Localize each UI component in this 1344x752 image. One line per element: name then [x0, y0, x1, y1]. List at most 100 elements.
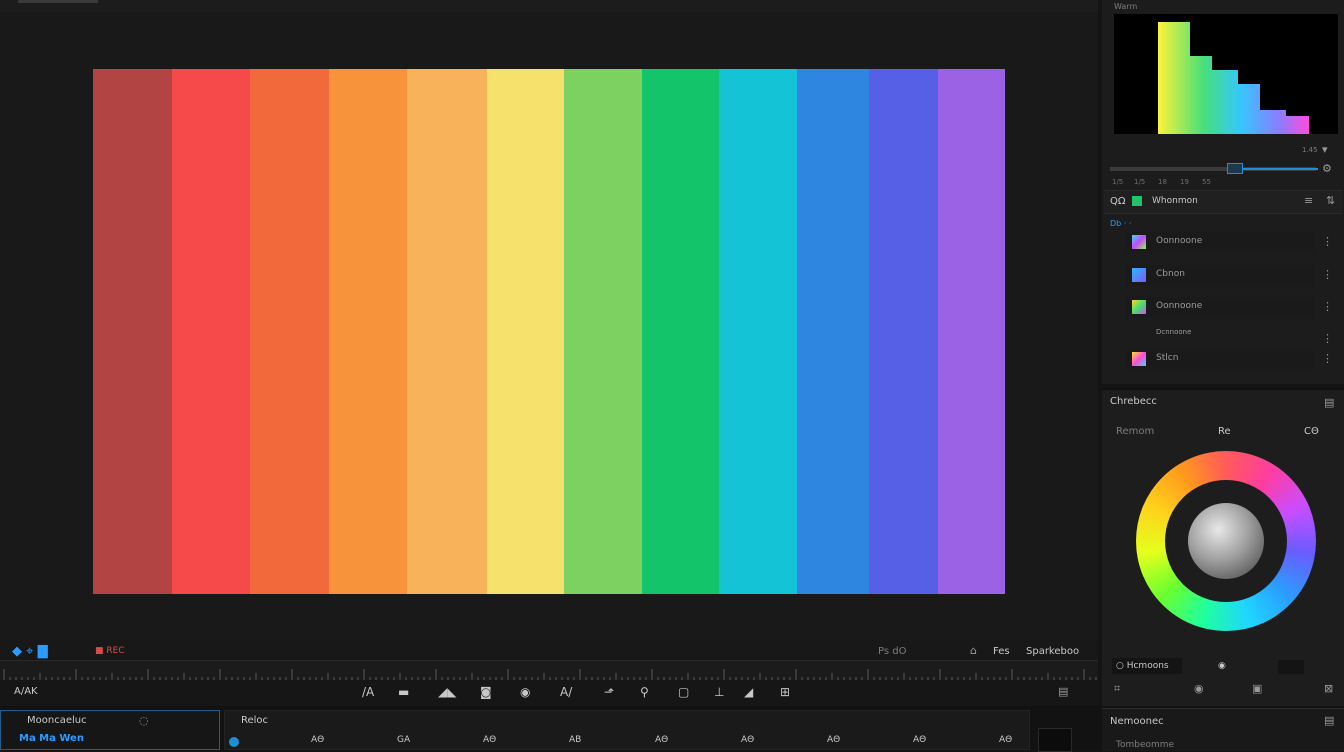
- layer-item[interactable]: Stlcn ⋮: [1126, 349, 1333, 369]
- reset-icon[interactable]: ⊠: [1324, 682, 1333, 695]
- tool-button[interactable]: ⊥: [714, 685, 724, 699]
- timeline-marker[interactable]: AΘ: [913, 735, 926, 745]
- fps-label: Fes: [993, 646, 1010, 657]
- tool-button[interactable]: ◢: [744, 685, 753, 699]
- menu-icon[interactable]: ▤: [1058, 685, 1068, 698]
- layers-prefix: QΩ: [1110, 196, 1126, 207]
- layer-options-icon[interactable]: ⋮: [1322, 332, 1333, 345]
- color-bar: [249, 69, 329, 594]
- layer-options-icon[interactable]: ⋮: [1322, 235, 1333, 248]
- histogram-value: 1.45: [1302, 146, 1318, 154]
- eyedropper-icon[interactable]: ⌗: [1114, 682, 1120, 696]
- slider-tick-label: 55: [1202, 178, 1211, 186]
- color-dropper-icon[interactable]: ◉: [1218, 661, 1226, 671]
- color-bar: [93, 69, 172, 594]
- title-bar-line: [18, 0, 98, 3]
- timecode-display: Ps dΟ: [878, 646, 907, 657]
- layer-thumbnail: [1132, 352, 1146, 366]
- color-panel-title: Chrebecc: [1110, 396, 1157, 407]
- timeline-marker[interactable]: AΘ: [311, 735, 324, 745]
- layer-options-icon[interactable]: ⋮: [1322, 300, 1333, 313]
- color-bar: [869, 69, 939, 594]
- playhead-label: Sparkeboo: [1026, 646, 1080, 657]
- color-bar: [938, 69, 1006, 594]
- grid-icon[interactable]: ▣: [1252, 682, 1262, 695]
- list-icon[interactable]: ≡: [1304, 194, 1313, 207]
- properties-title: Nemoonec: [1110, 716, 1164, 727]
- layer-label: Oonnoone: [1156, 236, 1203, 246]
- settings-icon[interactable]: ⚙: [1322, 162, 1332, 175]
- record-indicator[interactable]: ■ REC: [95, 646, 125, 656]
- timeline-ruler[interactable]: [0, 660, 1098, 681]
- layer-item[interactable]: Cbnon ⋮: [1126, 265, 1333, 285]
- exposure-slider-fill: [1240, 168, 1318, 170]
- tool-button[interactable]: ◙: [480, 685, 492, 699]
- color-bars: [93, 69, 1006, 594]
- media-bin-panel[interactable]: Mooncaeluc Ma Ma Wen ◌: [0, 710, 220, 750]
- layer-label: Stlcn: [1156, 353, 1179, 363]
- slider-tick-label: 1/5: [1112, 178, 1124, 186]
- layer-thumbnail: [1132, 268, 1146, 282]
- color-mode-mid[interactable]: Re: [1218, 426, 1231, 437]
- histogram-graph: [1158, 22, 1309, 134]
- slider-tick-label: 18: [1158, 178, 1167, 186]
- ruler-ticks: [3, 669, 1097, 681]
- color-bar: [564, 69, 643, 594]
- toolbar-mode-label: A/AK: [14, 686, 38, 697]
- tool-button[interactable]: ⬏: [604, 685, 614, 699]
- timeline-marker[interactable]: AΘ: [655, 735, 668, 745]
- bin-options-icon[interactable]: ◌: [139, 714, 149, 727]
- color-bar: [797, 69, 870, 594]
- timeline-marker[interactable]: AΘ: [741, 735, 754, 745]
- luminance-ball[interactable]: [1188, 503, 1264, 579]
- timeline-marker[interactable]: GA: [397, 735, 410, 745]
- layer-options-icon[interactable]: ⋮: [1322, 352, 1333, 365]
- layer-group-label: Db · ·: [1110, 219, 1132, 228]
- slider-tick-label: 1/5: [1134, 178, 1146, 186]
- timeline-marker[interactable]: AΘ: [827, 735, 840, 745]
- layer-item[interactable]: Dcnnoone ⋮: [1126, 328, 1333, 345]
- tool-button[interactable]: A/: [560, 685, 572, 699]
- camera-icon[interactable]: ⌂: [970, 644, 977, 657]
- tool-button[interactable]: ⊞: [780, 685, 790, 699]
- timeline-playhead-dot[interactable]: [229, 737, 239, 747]
- timeline-panel[interactable]: Reloc AΘ GA AΘ AB AΘ AΘ AΘ AΘ AΘ: [224, 710, 1030, 750]
- preview-thumbnail[interactable]: [1038, 728, 1072, 752]
- properties-subtitle: Tombeomme: [1116, 740, 1175, 750]
- color-swatch-field[interactable]: [1278, 660, 1304, 674]
- layer-item[interactable]: Oonnoone ⋮: [1126, 232, 1333, 252]
- layer-item[interactable]: Oonnoone ⋮: [1126, 297, 1333, 317]
- color-mode-left[interactable]: Remom: [1116, 426, 1154, 437]
- top-strip: [0, 0, 1098, 12]
- tool-button[interactable]: ⚲: [640, 685, 649, 699]
- tool-button[interactable]: ▬: [398, 685, 409, 699]
- properties-menu-icon[interactable]: ▤: [1324, 714, 1334, 727]
- layer-thumbnail: [1132, 235, 1146, 249]
- histogram-label: Warm: [1114, 2, 1138, 11]
- layer-label: Dcnnoone: [1156, 328, 1192, 336]
- tool-button[interactable]: ◉: [520, 685, 530, 699]
- color-bar: [406, 69, 487, 594]
- panel-menu-icon[interactable]: ▤: [1324, 396, 1334, 409]
- timeline-marker[interactable]: AΘ: [483, 735, 496, 745]
- color-bar: [719, 69, 798, 594]
- tool-button[interactable]: ▢: [678, 685, 689, 699]
- color-mode-right[interactable]: CΘ: [1304, 426, 1319, 437]
- layers-header[interactable]: QΩ Whonmon ≡ ⇅: [1104, 190, 1342, 214]
- layers-header-title: Whonmon: [1152, 196, 1198, 206]
- tool-button[interactable]: /A: [362, 685, 374, 699]
- sort-icon[interactable]: ⇅: [1326, 194, 1335, 207]
- layer-options-icon[interactable]: ⋮: [1322, 268, 1333, 281]
- properties-panel: Nemoonec ▤ Tombeomme: [1102, 708, 1344, 751]
- transport-controls[interactable]: ◆ ⌖ ▇: [12, 644, 48, 659]
- layers-color-chip: [1132, 196, 1142, 206]
- timeline-marker[interactable]: AB: [569, 735, 581, 745]
- histogram-options-icon[interactable]: ▾: [1322, 143, 1328, 156]
- exposure-slider-thumb[interactable]: [1227, 163, 1243, 174]
- bin-title: Mooncaeluc: [27, 715, 87, 726]
- timeline-marker[interactable]: AΘ: [999, 735, 1012, 745]
- picker-icon[interactable]: ◉: [1194, 682, 1204, 695]
- tool-bar: A/AK /A ▬ ◢◣ ◙ ◉ A/ ⬏ ⚲ ▢ ⊥ ◢ ⊞ ▤: [0, 680, 1098, 706]
- tool-button[interactable]: ◢◣: [438, 685, 456, 699]
- slider-tick-label: 19: [1180, 178, 1189, 186]
